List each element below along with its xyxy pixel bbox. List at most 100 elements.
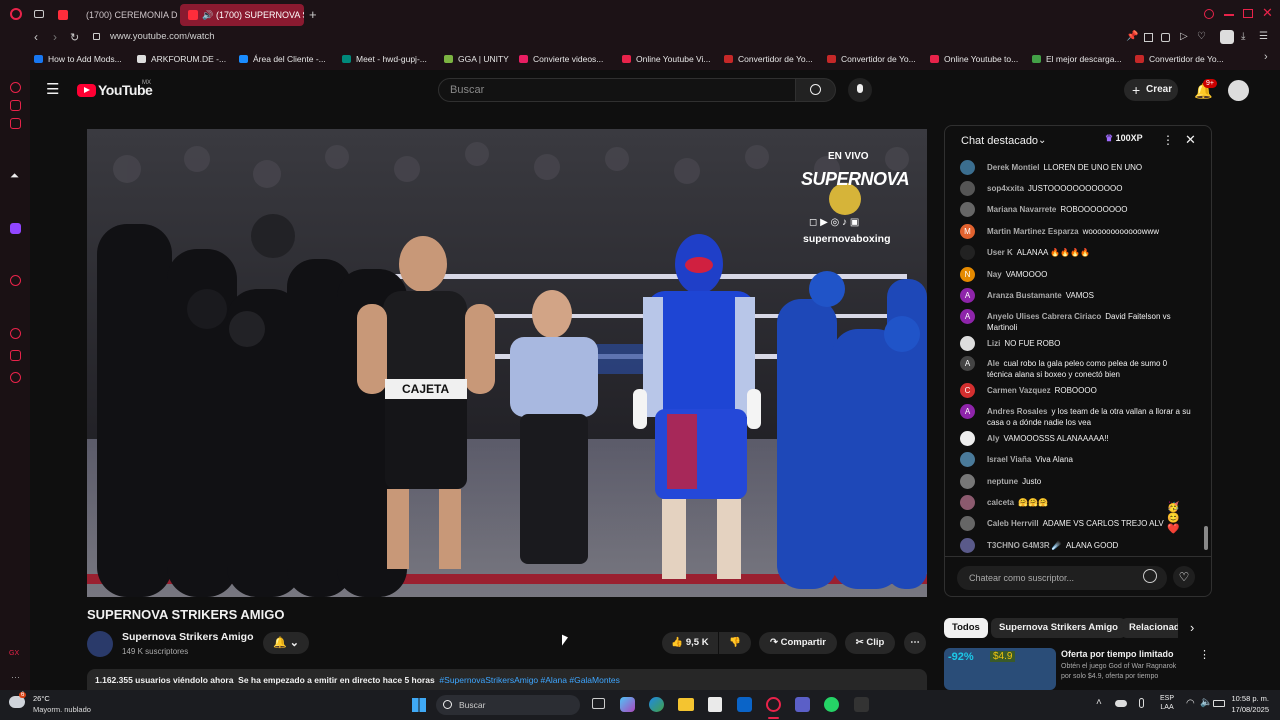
tab-supernova[interactable]: 🔊 (1700) SUPERNOVA S... <box>180 4 304 26</box>
chat-scrollbar[interactable] <box>1204 526 1208 550</box>
bookmark-item[interactable]: Convertidor de Yo... <box>827 51 916 67</box>
menu-icon[interactable]: ☰ <box>46 82 59 97</box>
opera-logo-icon[interactable] <box>10 8 22 20</box>
gaming-icon[interactable] <box>10 118 21 129</box>
video-player[interactable]: EN VIVO SUPERNOVA ◻ ▶ ◎ ♪ ▣ supernovabox… <box>87 129 927 597</box>
bookmark-item[interactable]: Convertidor de Yo... <box>1135 51 1224 67</box>
onedrive-icon[interactable] <box>1115 700 1127 707</box>
search-tabs-icon[interactable] <box>1204 9 1214 19</box>
copilot-icon[interactable] <box>620 697 635 712</box>
edge-icon[interactable] <box>649 697 664 712</box>
clock-date[interactable]: 17/08/2025 <box>1226 705 1269 714</box>
bookmark-item[interactable]: Meet - hwd-gupj-... <box>342 51 427 67</box>
app-icon[interactable] <box>854 697 869 712</box>
speaker-icon[interactable]: 🔊 <box>202 4 213 26</box>
xp-badge[interactable]: ♛ 100XP <box>1105 133 1143 144</box>
gx-icon[interactable]: GX <box>9 650 19 657</box>
channel-name[interactable]: Supernova Strikers Amigo <box>122 631 253 643</box>
unity-icon[interactable]: ⏶ <box>10 170 19 183</box>
battery-icon[interactable] <box>1213 700 1225 707</box>
more-actions-button[interactable]: ⋯ <box>904 632 926 654</box>
whatsapp-icon[interactable] <box>824 697 839 712</box>
twitch-icon[interactable] <box>10 223 21 234</box>
bookmarks-overflow-icon[interactable]: › <box>1264 51 1268 63</box>
search-input[interactable]: Buscar <box>438 78 796 102</box>
tab-overview-icon[interactable] <box>34 10 44 18</box>
search-button[interactable] <box>796 78 836 102</box>
new-tab-button[interactable]: + <box>309 7 317 22</box>
close-window-icon[interactable]: ✕ <box>1262 5 1273 21</box>
dislike-button[interactable]: 👎 <box>719 632 751 654</box>
history-icon[interactable] <box>10 328 21 339</box>
forward-icon[interactable]: › <box>53 30 57 44</box>
description-box[interactable]: 1.162.355 usuarios viéndolo ahora Se ha … <box>87 669 927 691</box>
chevron-down-icon[interactable]: ⌄ <box>1038 135 1046 146</box>
bookmark-item[interactable]: El mejor descarga... <box>1032 51 1122 67</box>
task-view-icon[interactable] <box>592 698 605 709</box>
bookmark-item[interactable]: Área del Cliente -... <box>239 51 326 67</box>
download-icon[interactable]: ⤓ <box>1241 31 1245 42</box>
shield-icon[interactable] <box>1161 33 1170 42</box>
bookmark-item[interactable]: Convertidor de Yo... <box>724 51 813 67</box>
heart-icon[interactable]: ♡ <box>1197 31 1206 42</box>
voice-search-button[interactable] <box>848 78 872 102</box>
minimize-icon[interactable] <box>1224 14 1234 16</box>
hashtags[interactable]: #SupernovaStrikersAmigo #Alana #GalaMont… <box>439 675 620 685</box>
channel-avatar[interactable] <box>87 631 113 657</box>
bookmark-item[interactable]: Online Youtube Vi... <box>622 51 711 67</box>
pin-icon[interactable]: 📌 <box>1126 31 1138 42</box>
recommendation-card[interactable]: -92% $4.9 Oferta por tiempo limitado Obt… <box>944 648 1212 690</box>
store-icon[interactable] <box>708 697 722 712</box>
clip-button[interactable]: ✂ Clip <box>845 632 895 654</box>
chat-input[interactable]: Chatear como suscriptor... <box>957 566 1167 590</box>
chip-channel[interactable]: Supernova Strikers Amigo <box>991 618 1126 638</box>
close-chat-icon[interactable]: ✕ <box>1185 132 1196 148</box>
more-icon[interactable]: ··· <box>11 672 20 682</box>
tray-chevron-icon[interactable]: ˄ <box>1096 697 1102 708</box>
chevron-right-icon[interactable]: › <box>1190 620 1194 635</box>
outlook-icon[interactable] <box>737 697 752 712</box>
ad-menu-icon[interactable]: ⋮ <box>1199 648 1210 661</box>
shopping-icon[interactable] <box>10 100 21 111</box>
like-button[interactable]: 👍 9,5 K <box>662 632 718 654</box>
chip-related[interactable]: Relacionad <box>1121 618 1178 638</box>
clock-time[interactable]: 10:58 p. m. <box>1226 694 1269 703</box>
volume-icon[interactable]: 🔈 <box>1200 697 1212 708</box>
notification-bell-button[interactable]: 🔔 ⌄ <box>263 632 309 654</box>
easy-setup-icon[interactable]: ☰ <box>1259 31 1268 42</box>
player-sidebar-icon[interactable] <box>10 275 21 286</box>
teams-icon[interactable] <box>795 697 810 712</box>
heart-react-icon[interactable]: ♡ <box>1173 566 1195 588</box>
file-explorer-icon[interactable] <box>678 698 694 711</box>
bookmark-item[interactable]: Online Youtube to... <box>930 51 1018 67</box>
youtube-logo[interactable]: YouTube MX <box>77 80 157 100</box>
chat-mode-selector[interactable]: Chat destacado <box>961 135 1038 147</box>
url-field[interactable]: www.youtube.com/watch <box>110 31 215 42</box>
player-icon[interactable]: ▷ <box>1180 31 1188 42</box>
wifi-icon[interactable]: ◠ <box>1186 698 1195 709</box>
snapshot-icon[interactable] <box>1144 33 1153 42</box>
tab-ceremonia[interactable]: (1700) CEREMONIA DE P... <box>50 4 178 26</box>
back-icon[interactable]: ‹ <box>34 30 38 44</box>
profile-icon[interactable] <box>1220 30 1234 44</box>
emoji-icon[interactable] <box>1143 569 1157 583</box>
mic-tray-icon[interactable] <box>1139 698 1144 708</box>
start-button[interactable] <box>412 698 426 712</box>
maximize-icon[interactable] <box>1243 9 1253 18</box>
bookmark-item[interactable]: Convierte videos... <box>519 51 603 67</box>
taskbar-search[interactable]: Buscar <box>436 695 580 715</box>
reload-icon[interactable]: ↻ <box>70 31 79 44</box>
language-indicator[interactable]: ESP LAA <box>1160 694 1174 712</box>
chat-menu-icon[interactable]: ⋮ <box>1162 133 1174 147</box>
share-button[interactable]: ↷ Compartir <box>759 632 837 654</box>
aria-icon[interactable] <box>10 82 21 93</box>
bookmark-item[interactable]: GGA | UNITY <box>444 51 509 67</box>
create-button[interactable]: + Crear <box>1124 79 1178 101</box>
opera-gx-taskbar-icon[interactable] <box>766 697 781 712</box>
account-avatar[interactable] <box>1228 80 1249 101</box>
settings-icon[interactable] <box>10 372 21 383</box>
bookmark-item[interactable]: ARKFORUM.DE -... <box>137 51 226 67</box>
extensions-icon[interactable] <box>10 350 21 361</box>
bookmark-item[interactable]: How to Add Mods... <box>34 51 122 67</box>
chip-todos[interactable]: Todos <box>944 618 988 638</box>
